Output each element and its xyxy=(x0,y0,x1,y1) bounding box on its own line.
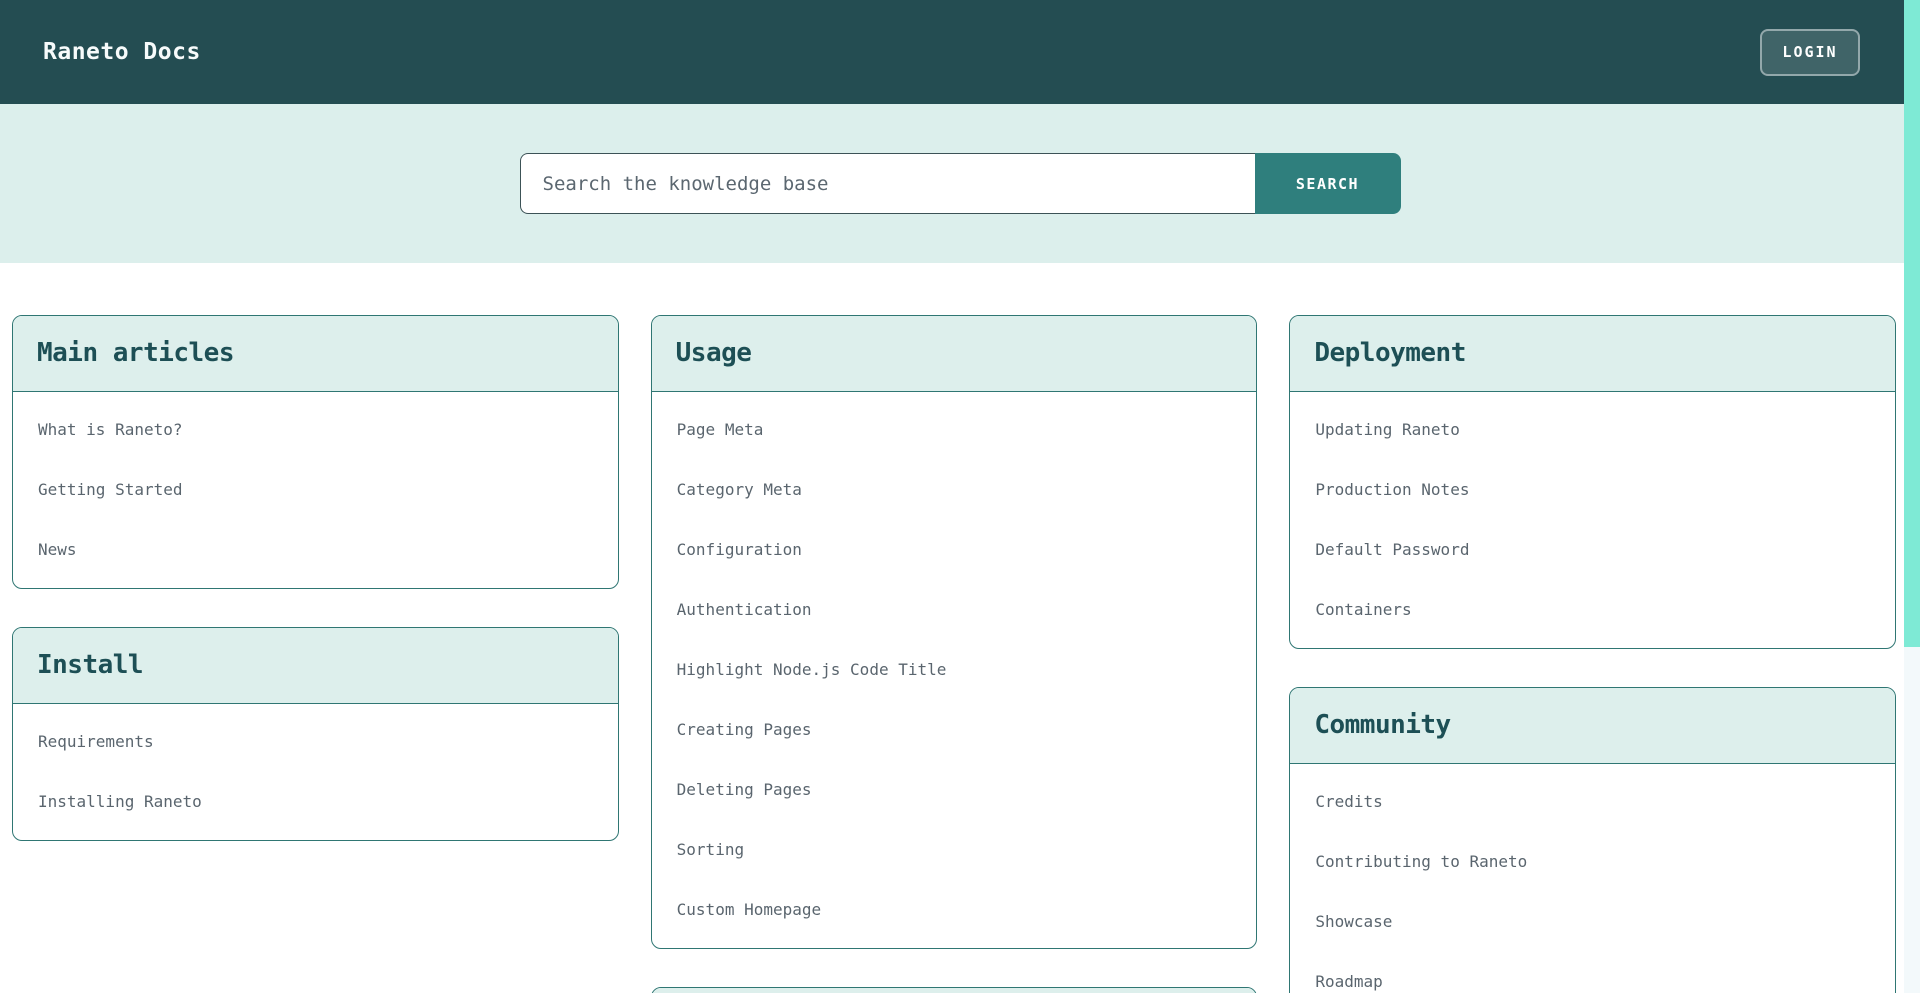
list-item[interactable]: Sorting xyxy=(652,820,1257,880)
card-header: Main articles xyxy=(13,316,618,392)
list-item[interactable]: Production Notes xyxy=(1290,460,1895,520)
card-title: Deployment xyxy=(1314,337,1871,370)
list-item[interactable]: Page Meta xyxy=(652,400,1257,460)
search-button[interactable]: SEARCH xyxy=(1255,153,1401,214)
card-install: Install RequirementsInstalling Raneto xyxy=(12,627,619,841)
card-header: Community xyxy=(1290,688,1895,764)
list-item[interactable]: Showcase xyxy=(1290,892,1895,952)
list-item[interactable]: Getting Started xyxy=(13,460,618,520)
card-header: Usage xyxy=(652,316,1257,392)
card-header: Deployment xyxy=(1290,316,1895,392)
list-item[interactable]: Deleting Pages xyxy=(652,760,1257,820)
list-item[interactable]: Custom Homepage xyxy=(652,880,1257,940)
list-item[interactable]: Creating Pages xyxy=(652,700,1257,760)
card-usage: Usage Page MetaCategory MetaConfiguratio… xyxy=(651,315,1258,949)
card-header: Install xyxy=(13,628,618,704)
list-item[interactable]: Category Meta xyxy=(652,460,1257,520)
top-navbar: Raneto Docs LOGIN xyxy=(0,0,1920,104)
site-title: Raneto Docs xyxy=(43,39,201,65)
list-item[interactable]: Configuration xyxy=(652,520,1257,580)
card-title: Main articles xyxy=(37,337,594,370)
cards-grid: Main articles What is Raneto?Getting Sta… xyxy=(0,263,1904,993)
search-section: SEARCH xyxy=(0,104,1920,263)
list-item[interactable]: What is Raneto? xyxy=(13,400,618,460)
card-community: Community CreditsContributing to RanetoS… xyxy=(1289,687,1896,993)
card-item-list: Updating RanetoProduction NotesDefault P… xyxy=(1290,392,1895,648)
list-item[interactable]: Updating Raneto xyxy=(1290,400,1895,460)
scrollbar-track[interactable] xyxy=(1904,0,1920,993)
card-main-articles: Main articles What is Raneto?Getting Sta… xyxy=(12,315,619,589)
list-item[interactable]: Authentication xyxy=(652,580,1257,640)
list-item[interactable]: Highlight Node.js Code Title xyxy=(652,640,1257,700)
list-item[interactable]: News xyxy=(13,520,618,580)
card-item-list: RequirementsInstalling Raneto xyxy=(13,704,618,840)
card-title: Install xyxy=(37,649,594,682)
scrollbar-thumb[interactable] xyxy=(1904,0,1920,647)
card-deployment: Deployment Updating RanetoProduction Not… xyxy=(1289,315,1896,649)
login-button[interactable]: LOGIN xyxy=(1760,29,1860,76)
search-input[interactable] xyxy=(520,153,1255,214)
card-item-list: CreditsContributing to RanetoShowcaseRoa… xyxy=(1290,764,1895,993)
card-title: Usage xyxy=(676,337,1233,370)
column-1: Main articles What is Raneto?Getting Sta… xyxy=(12,315,619,993)
card-title: Community xyxy=(1314,709,1871,742)
column-2: Usage Page MetaCategory MetaConfiguratio… xyxy=(651,315,1258,993)
card-partial-cutoff xyxy=(651,987,1258,993)
list-item[interactable]: Roadmap xyxy=(1290,952,1895,993)
search-group: SEARCH xyxy=(520,153,1401,214)
column-3: Deployment Updating RanetoProduction Not… xyxy=(1289,315,1896,993)
list-item[interactable]: Default Password xyxy=(1290,520,1895,580)
list-item[interactable]: Contributing to Raneto xyxy=(1290,832,1895,892)
list-item[interactable]: Installing Raneto xyxy=(13,772,618,832)
list-item[interactable]: Requirements xyxy=(13,712,618,772)
list-item[interactable]: Containers xyxy=(1290,580,1895,640)
list-item[interactable]: Credits xyxy=(1290,772,1895,832)
card-header xyxy=(652,988,1257,993)
card-item-list: Page MetaCategory MetaConfigurationAuthe… xyxy=(652,392,1257,948)
card-item-list: What is Raneto?Getting StartedNews xyxy=(13,392,618,588)
